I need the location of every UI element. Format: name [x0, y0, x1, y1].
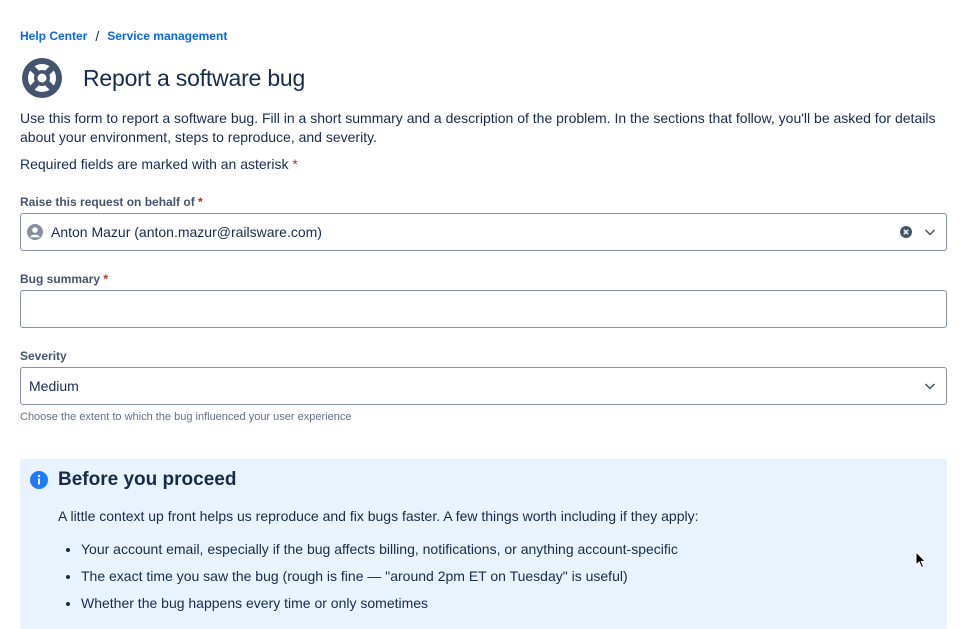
bug-summary-input[interactable] — [20, 290, 947, 328]
on-behalf-label-text: Raise this request on behalf of — [20, 195, 195, 209]
clear-icon[interactable] — [900, 226, 912, 238]
required-asterisk: * — [292, 156, 298, 172]
page-title: Report a software bug — [83, 64, 306, 91]
chevron-down-icon[interactable] — [924, 227, 936, 237]
panel-text: A little context up front helps us repro… — [58, 508, 699, 524]
panel-title: Before you proceed — [58, 469, 237, 490]
required-fields-note: Required fields are marked with an aster… — [20, 156, 298, 172]
list-item: Your account email, especially if the bu… — [81, 539, 678, 566]
bug-summary-label-text: Bug summary — [20, 272, 101, 286]
on-behalf-label: Raise this request on behalf of * — [20, 195, 203, 209]
list-item: Whether the bug happens every time or on… — [81, 593, 678, 620]
chevron-down-icon[interactable] — [924, 381, 936, 391]
required-note-text: Required fields are marked with an aster… — [20, 156, 289, 172]
mouse-pointer-icon — [915, 551, 927, 569]
page-header: Report a software bug — [20, 56, 305, 100]
breadcrumb-separator: / — [95, 28, 100, 44]
info-icon — [30, 471, 48, 489]
severity-label: Severity — [20, 349, 67, 363]
on-behalf-select[interactable]: Anton Mazur (anton.mazur@railsware.com) — [20, 213, 947, 251]
form-description: Use this form to report a software bug. … — [20, 110, 936, 145]
breadcrumb-service-management-link[interactable]: Service management — [107, 29, 227, 43]
on-behalf-value: Anton Mazur (anton.mazur@railsware.com) — [51, 224, 322, 240]
avatar — [27, 224, 43, 240]
info-panel: Before you proceed A little context up f… — [20, 459, 947, 629]
list-item: The exact time you saw the bug (rough is… — [81, 566, 678, 593]
required-asterisk: * — [198, 195, 203, 209]
severity-helper-text: Choose the extent to which the bug influ… — [20, 411, 352, 423]
severity-select[interactable]: Medium — [20, 367, 947, 405]
breadcrumb: Help Center / Service management — [20, 28, 227, 44]
breadcrumb-help-center-link[interactable]: Help Center — [20, 29, 87, 43]
lifebuoy-icon — [22, 58, 62, 98]
panel-list: Your account email, especially if the bu… — [58, 539, 678, 620]
bug-summary-label: Bug summary * — [20, 272, 108, 286]
severity-value: Medium — [29, 378, 79, 394]
required-asterisk: * — [103, 272, 109, 286]
